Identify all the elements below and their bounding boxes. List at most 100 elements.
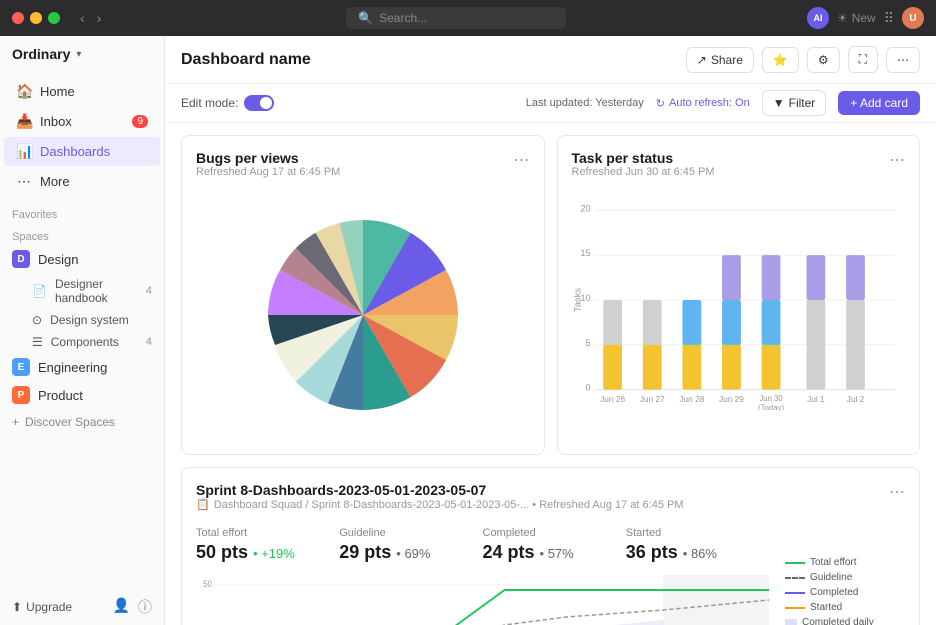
page-title: Dashboard name (181, 51, 311, 69)
metric-started: Started 36 pts • 86% (626, 527, 769, 563)
svg-text:Jun 30: Jun 30 (759, 394, 783, 403)
minimize-button[interactable] (30, 12, 42, 24)
bugs-chart-subtitle: Refreshed Aug 17 at 6:45 PM (196, 166, 340, 178)
svg-text:5: 5 (585, 338, 590, 348)
sidebar-item-home[interactable]: 🏠 Home (4, 77, 160, 106)
discover-label: Discover Spaces (25, 415, 115, 429)
sprint-legend: Total effort Guideline Completed St (785, 527, 905, 625)
search-bar[interactable]: 🔍 Search... (346, 7, 566, 29)
workspace-header[interactable]: Ordinary ▾ (0, 36, 164, 72)
sidebar-item-product[interactable]: P Product (0, 381, 164, 409)
edit-mode-toggle: Edit mode: (181, 95, 274, 111)
design-space-icon: D (12, 250, 30, 268)
main-content: Dashboard name ↗ Share ⭐ ⚙ ⛶ ⋯ Edit mode… (165, 36, 936, 625)
legend-line-total (785, 562, 805, 564)
svg-text:Jul 1: Jul 1 (807, 394, 825, 404)
bar-chart-container: 20 15 10 5 0 Tasks (572, 190, 906, 410)
sprint-subtitle: 📋 Dashboard Squad / Sprint 8-Dashboards-… (196, 498, 684, 511)
legend-completed: Completed (785, 587, 905, 598)
sidebar-item-more[interactable]: ⋯ More (4, 167, 160, 196)
new-button[interactable]: ☀ New (837, 11, 876, 25)
sprint-card-menu[interactable]: ⋯ (889, 482, 905, 502)
search-icon: 🔍 (358, 11, 373, 25)
discover-spaces[interactable]: + Discover Spaces (0, 409, 164, 435)
sidebar-item-engineering[interactable]: E Engineering (0, 353, 164, 381)
sprint-metrics: Total effort 50 pts • +19% Guideline 29 … (196, 527, 769, 563)
back-button[interactable]: ‹ (76, 8, 89, 28)
inbox-badge: 9 (132, 115, 148, 128)
legend-started-label: Started (810, 602, 842, 613)
handbook-count: 4 (146, 285, 152, 297)
svg-text:Jun 29: Jun 29 (718, 394, 743, 404)
avatar[interactable]: U (902, 7, 924, 29)
help-icon[interactable]: ⓘ (138, 597, 152, 617)
dashboard-icon: 📋 (196, 498, 210, 511)
sprint-body: Total effort 50 pts • +19% Guideline 29 … (196, 527, 905, 625)
task-card-title-area: Task per status Refreshed Jun 30 at 6:45… (572, 150, 715, 188)
guideline-pct: • 69% (396, 546, 430, 561)
engineering-space-icon: E (12, 358, 30, 376)
legend-total-effort: Total effort (785, 557, 905, 568)
bugs-card-title-area: Bugs per views Refreshed Aug 17 at 6:45 … (196, 150, 340, 188)
total-effort-value: 50 pts • +19% (196, 542, 339, 563)
star-button[interactable]: ⭐ (762, 47, 799, 73)
expand-button[interactable]: ⛶ (848, 46, 878, 73)
window-controls (12, 12, 60, 24)
task-card-menu[interactable]: ⋯ (889, 150, 905, 170)
more-icon: ⋯ (16, 173, 32, 190)
sidebar-item-inbox[interactable]: 📥 Inbox 9 (4, 107, 160, 136)
inbox-icon: 📥 (16, 113, 32, 130)
filter-button[interactable]: ▼ Filter (762, 90, 827, 116)
home-label: Home (40, 84, 75, 99)
grid-icon[interactable]: ⠿ (884, 10, 894, 27)
toggle-switch[interactable] (244, 95, 274, 111)
legend-completed-daily: Completed daily (785, 617, 905, 625)
edit-mode-label: Edit mode: (181, 96, 238, 110)
legend-box-completed-daily (785, 619, 797, 625)
completed-value: 24 pts • 57% (483, 542, 626, 563)
toolbar-right: Last updated: Yesterday ↻ Auto refresh: … (526, 90, 920, 116)
user-icon[interactable]: 👤 (113, 597, 130, 617)
sidebar-sub-designer-handbook[interactable]: 📄 Designer handbook 4 (0, 273, 164, 309)
overflow-button[interactable]: ⋯ (886, 47, 920, 73)
auto-refresh-status[interactable]: ↻ Auto refresh: On (656, 97, 750, 110)
sidebar-sub-components[interactable]: ☰ Components 4 (0, 331, 164, 353)
forward-button[interactable]: › (93, 8, 106, 28)
bugs-card-menu[interactable]: ⋯ (514, 150, 530, 170)
settings-button[interactable]: ⚙ (807, 47, 840, 73)
close-button[interactable] (12, 12, 24, 24)
legend-line-started (785, 607, 805, 609)
sidebar: Ordinary ▾ 🏠 Home 📥 Inbox 9 📊 Dashboards… (0, 36, 165, 625)
maximize-button[interactable] (48, 12, 60, 24)
titlebar: ‹ › 🔍 Search... AI ☀ New ⠿ U (0, 0, 936, 36)
sprint-title-area: Sprint 8-Dashboards-2023-05-01-2023-05-0… (196, 482, 684, 523)
upgrade-icon: ⬆ (12, 600, 22, 614)
design-label: Design (38, 252, 78, 267)
footer-icons: 👤 ⓘ (113, 597, 152, 617)
components-label: Components (51, 335, 119, 349)
legend-completed-daily-label: Completed daily (802, 617, 874, 625)
components-count: 4 (146, 336, 152, 348)
refresh-icon: ↻ (656, 97, 665, 110)
add-card-button[interactable]: + Add card (838, 91, 920, 115)
started-pct: • 86% (683, 546, 717, 561)
line-chart-container: 50 40 30 (196, 575, 769, 625)
legend-total-label: Total effort (810, 557, 857, 568)
titlebar-right: AI ☀ New ⠿ U (807, 7, 924, 29)
task-chart-subtitle: Refreshed Jun 30 at 6:45 PM (572, 166, 715, 178)
line-chart: 50 40 30 (196, 575, 769, 625)
ai-badge[interactable]: AI (807, 7, 829, 29)
task-chart-title: Task per status (572, 150, 715, 166)
sidebar-sub-design-system[interactable]: ⊙ Design system (0, 309, 164, 331)
last-updated: Last updated: Yesterday (526, 97, 644, 109)
sidebar-item-design[interactable]: D Design (0, 245, 164, 273)
components-icon: ☰ (32, 335, 43, 349)
design-system-label: Design system (50, 313, 129, 327)
share-button[interactable]: ↗ Share (686, 47, 754, 73)
svg-text:50: 50 (203, 579, 212, 590)
pie-chart (253, 205, 473, 425)
sidebar-item-dashboards[interactable]: 📊 Dashboards (4, 137, 160, 166)
upgrade-button[interactable]: ⬆ Upgrade (12, 600, 72, 614)
sprint-breadcrumb: Dashboard Squad / Sprint 8-Dashboards-20… (214, 499, 684, 511)
svg-text:Jun 26: Jun 26 (600, 394, 625, 404)
